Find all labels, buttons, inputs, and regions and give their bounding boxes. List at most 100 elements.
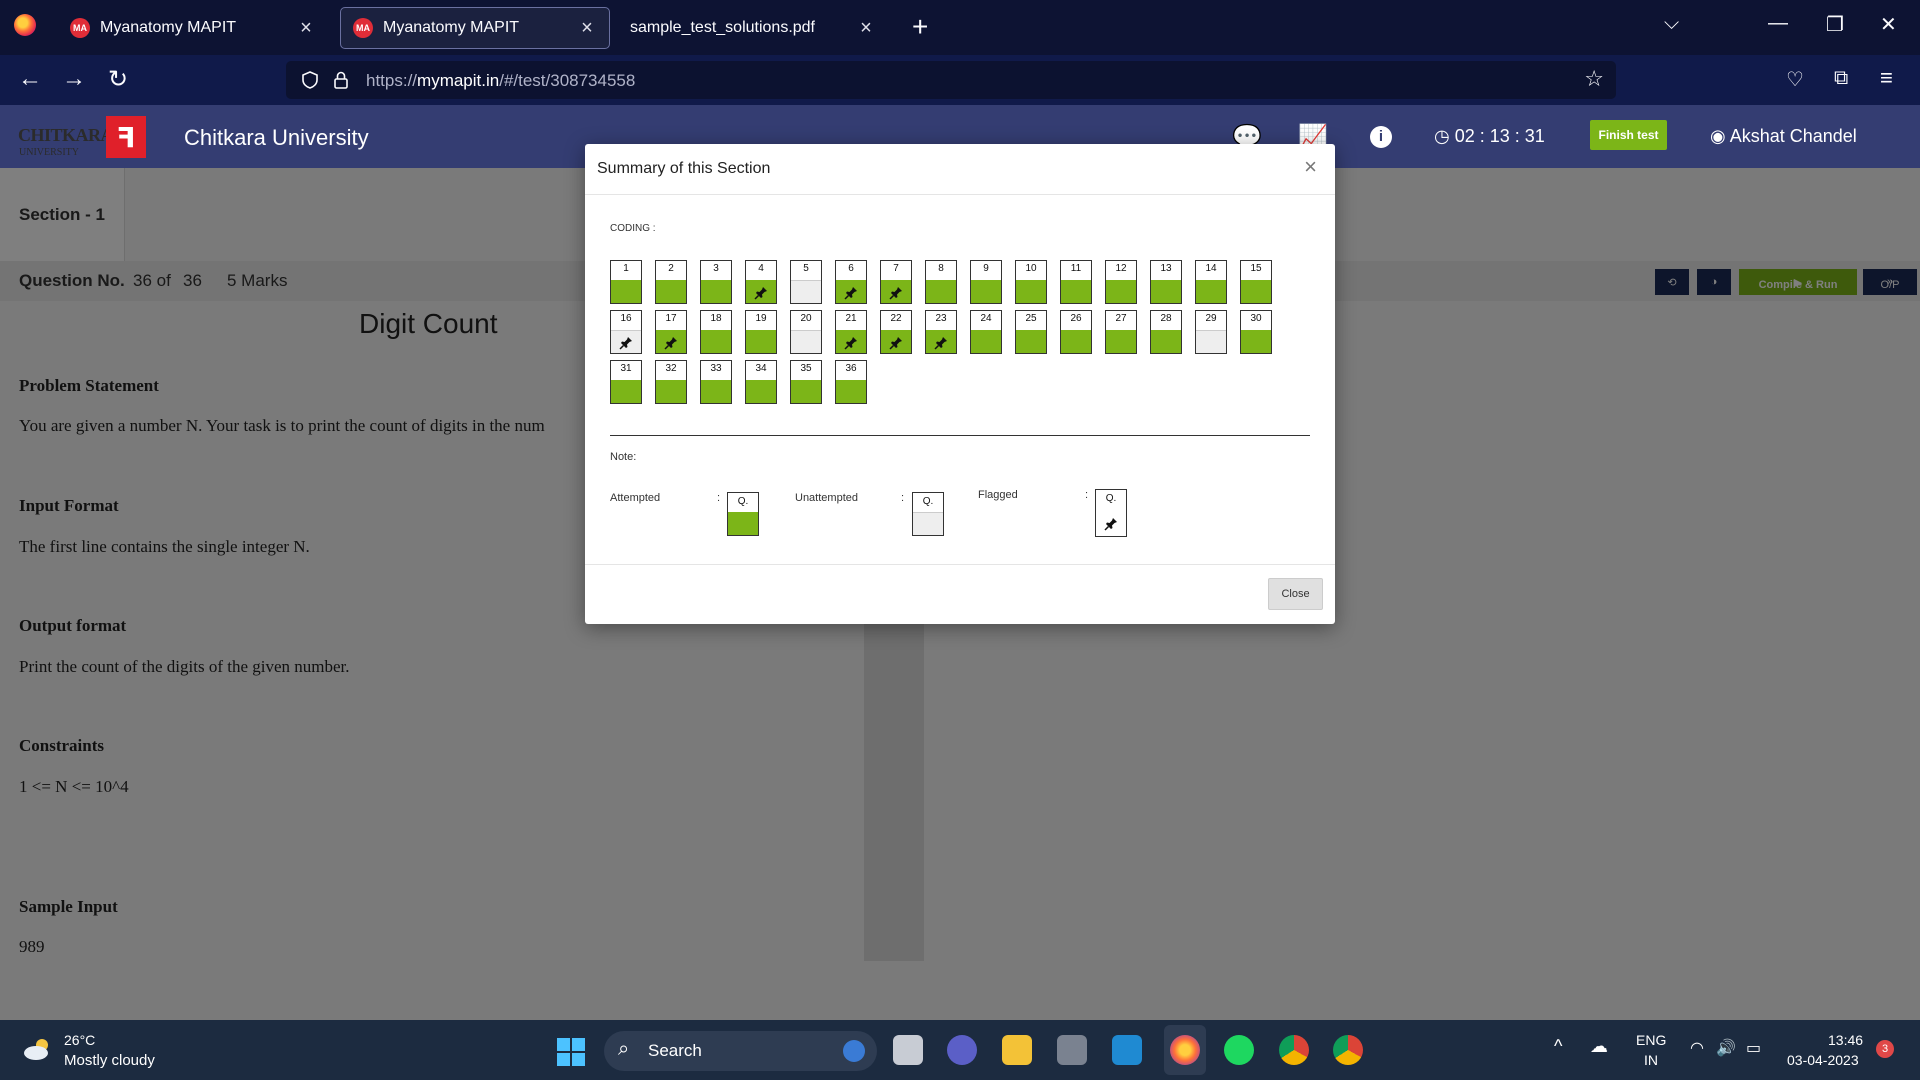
note-label: Note: [610, 451, 637, 463]
question-status-box[interactable]: 17 [655, 310, 687, 354]
reload-icon[interactable]: ↻ [108, 65, 128, 94]
chrome-icon[interactable] [1279, 1035, 1309, 1065]
question-status-box[interactable]: 22 [880, 310, 912, 354]
question-status-box[interactable]: 18 [700, 310, 732, 354]
tab-title: Myanatomy MAPIT [383, 19, 520, 36]
question-status-box[interactable]: 13 [1150, 260, 1182, 304]
question-status-box[interactable]: 24 [970, 310, 1002, 354]
user-menu[interactable]: ◉ Akshat Chandel [1710, 126, 1857, 147]
info-icon[interactable]: i [1370, 126, 1392, 148]
question-status-box[interactable]: 4 [745, 260, 777, 304]
question-number: 30 [1250, 313, 1262, 324]
windows-taskbar: 26°C Mostly cloudy ⌕ Search ^ ☁ ENG IN ◠… [0, 1020, 1920, 1080]
weather-description[interactable]: Mostly cloudy [64, 1052, 155, 1069]
question-status-box[interactable]: 5 [790, 260, 822, 304]
notification-badge[interactable]: 3 [1876, 1040, 1894, 1058]
chrome-profile-icon[interactable] [1333, 1035, 1363, 1065]
tab-close-icon[interactable]: × [856, 17, 876, 40]
question-number: 27 [1115, 313, 1127, 324]
browser-tab-3[interactable]: sample_test_solutions.pdf × [618, 7, 888, 49]
battery-icon[interactable]: ▭ [1746, 1038, 1761, 1058]
onedrive-icon[interactable]: ☁ [1590, 1036, 1608, 1057]
browser-tab-2[interactable]: MA Myanatomy MAPIT × [340, 7, 610, 49]
finish-test-button[interactable]: Finish test [1590, 120, 1667, 150]
close-icon[interactable]: × [1304, 154, 1317, 180]
question-status-box[interactable]: 28 [1150, 310, 1182, 354]
attempted-fill [746, 330, 776, 353]
restore-icon[interactable]: ❐ [1826, 12, 1844, 37]
close-button[interactable]: Close [1268, 578, 1323, 610]
question-number: 8 [938, 263, 944, 274]
question-status-box[interactable]: 3 [700, 260, 732, 304]
shield-icon[interactable] [300, 70, 320, 90]
extensions-icon[interactable]: ⧉ [1834, 67, 1848, 90]
clock-date[interactable]: 03-04-2023 [1787, 1052, 1859, 1068]
question-status-box[interactable]: 36 [835, 360, 867, 404]
question-status-box[interactable]: 2 [655, 260, 687, 304]
question-status-box[interactable]: 14 [1195, 260, 1227, 304]
university-logo-text: CHITKARA [18, 125, 114, 145]
question-status-box[interactable]: 11 [1060, 260, 1092, 304]
question-status-box[interactable]: 32 [655, 360, 687, 404]
question-status-box[interactable]: 1 [610, 260, 642, 304]
question-status-box[interactable]: 30 [1240, 310, 1272, 354]
question-number: 25 [1025, 313, 1037, 324]
question-status-box[interactable]: 35 [790, 360, 822, 404]
clock-time[interactable]: 13:46 [1828, 1032, 1863, 1048]
cloudy-weather-icon[interactable] [22, 1036, 54, 1062]
forward-icon[interactable]: → [62, 65, 86, 93]
close-window-icon[interactable]: ✕ [1880, 12, 1897, 37]
weather-temperature[interactable]: 26°C [64, 1032, 95, 1048]
windows-start-icon[interactable] [557, 1038, 585, 1066]
wifi-icon[interactable]: ◠ [1690, 1038, 1704, 1058]
back-icon[interactable]: ← [18, 65, 42, 93]
question-status-box[interactable]: 7 [880, 260, 912, 304]
taskbar-search[interactable]: ⌕ Search [604, 1031, 877, 1071]
lock-icon[interactable] [332, 70, 350, 90]
tab-close-icon[interactable]: × [296, 17, 316, 40]
region-label[interactable]: IN [1644, 1052, 1658, 1068]
question-status-box[interactable]: 9 [970, 260, 1002, 304]
question-status-box[interactable]: 10 [1015, 260, 1047, 304]
question-status-box[interactable]: 16 [610, 310, 642, 354]
pocket-icon[interactable]: ♡ [1786, 67, 1804, 92]
show-hidden-icons-icon[interactable]: ^ [1554, 1036, 1562, 1057]
browser-tab-1[interactable]: MA Myanatomy MAPIT × [58, 7, 328, 49]
question-status-box[interactable]: 27 [1105, 310, 1137, 354]
question-status-box[interactable]: 15 [1240, 260, 1272, 304]
firefox-taskbar-icon[interactable] [1170, 1035, 1200, 1065]
volume-icon[interactable]: 🔊 [1716, 1038, 1736, 1058]
question-status-box[interactable]: 29 [1195, 310, 1227, 354]
minimize-icon[interactable]: — [1768, 12, 1788, 35]
attempted-fill [1061, 330, 1091, 353]
app-icon[interactable] [1057, 1035, 1087, 1065]
address-bar[interactable]: https://mymapit.in/#/test/308734558 ☆ [286, 61, 1616, 99]
question-status-box[interactable]: 25 [1015, 310, 1047, 354]
question-status-box[interactable]: 33 [700, 360, 732, 404]
question-status-box[interactable]: 21 [835, 310, 867, 354]
bookmark-star-icon[interactable]: ☆ [1584, 66, 1604, 92]
new-tab-icon[interactable]: + [912, 11, 928, 43]
tab-close-icon[interactable]: × [577, 17, 597, 40]
bing-icon[interactable] [843, 1040, 865, 1062]
spotify-icon[interactable] [1224, 1035, 1254, 1065]
question-status-box[interactable]: 20 [790, 310, 822, 354]
question-status-box[interactable]: 34 [745, 360, 777, 404]
task-view-icon[interactable] [893, 1035, 923, 1065]
question-status-box[interactable]: 23 [925, 310, 957, 354]
teams-chat-icon[interactable] [947, 1035, 977, 1065]
question-status-box[interactable]: 26 [1060, 310, 1092, 354]
question-status-box[interactable]: 12 [1105, 260, 1137, 304]
list-tabs-icon[interactable]: ⌵ [1664, 12, 1679, 35]
menu-icon[interactable]: ≡ [1880, 65, 1893, 91]
question-status-box[interactable]: 31 [610, 360, 642, 404]
question-status-box[interactable]: 6 [835, 260, 867, 304]
vscode-icon[interactable] [1112, 1035, 1142, 1065]
question-status-box[interactable]: 8 [925, 260, 957, 304]
firefox-icon[interactable] [14, 14, 36, 36]
language-label[interactable]: ENG [1636, 1032, 1666, 1048]
file-explorer-icon[interactable] [1002, 1035, 1032, 1065]
pin-icon [619, 336, 633, 350]
question-status-box[interactable]: 19 [745, 310, 777, 354]
unattempted-fill [791, 280, 821, 303]
